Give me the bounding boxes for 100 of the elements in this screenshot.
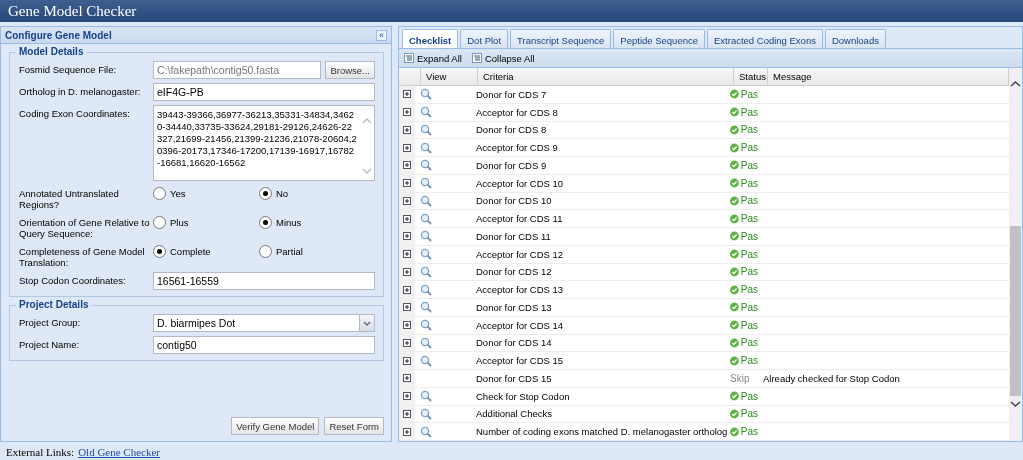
check-circle-icon xyxy=(730,337,739,348)
expand-all-button[interactable]: Expand All xyxy=(404,52,462,64)
status-text: Pas xyxy=(726,248,758,260)
tab[interactable]: Downloads xyxy=(824,29,886,48)
field-label: Annotated Untranslated Regions? xyxy=(19,187,120,210)
status-text: Pas xyxy=(726,195,758,207)
footer-label: External Links: xyxy=(6,446,75,458)
radio-label: No xyxy=(276,188,289,199)
field-label: Project Group: xyxy=(19,316,82,328)
expand-icon xyxy=(403,125,411,134)
expand-icon xyxy=(403,267,411,276)
check-circle-icon xyxy=(730,89,739,100)
status-text: Pas xyxy=(726,159,758,171)
status-text: Pas xyxy=(726,337,758,349)
check-circle-icon xyxy=(730,178,739,189)
form-button[interactable]: Verify Gene Model xyxy=(231,417,320,435)
select-field[interactable]: D. biarmipes Dot xyxy=(153,314,375,332)
list-icon xyxy=(471,53,482,63)
status-text: Pas xyxy=(726,177,758,189)
status-text: Pas xyxy=(726,106,758,118)
status-text: Skip xyxy=(729,372,751,384)
radio-button[interactable] xyxy=(153,187,166,200)
field-label: Completeness of Gene Model Translation: xyxy=(19,245,146,268)
expand-icon xyxy=(403,321,411,330)
expand-icon xyxy=(403,90,411,99)
expand-icon xyxy=(403,356,411,365)
status-text: Pas xyxy=(726,88,758,100)
caret-up-icon xyxy=(362,118,372,124)
fieldset-legend: Model Details xyxy=(16,46,87,57)
expand-icon xyxy=(403,143,411,152)
check-circle-icon xyxy=(730,124,739,135)
tab[interactable]: Extracted Coding Exons xyxy=(707,29,823,48)
criteria-text: Check for Stop Codon xyxy=(475,390,571,402)
tab[interactable]: Transcript Sequence xyxy=(510,29,612,48)
expand-icon xyxy=(403,338,411,347)
expand-icon xyxy=(403,303,411,312)
criteria-text: Donor for CDS 12 xyxy=(475,266,553,278)
column-header[interactable]: View xyxy=(421,68,478,85)
check-circle-icon xyxy=(730,426,739,437)
criteria-text: Donor for CDS 14 xyxy=(475,337,553,349)
status-text: Pas xyxy=(726,408,758,420)
status-text: Pas xyxy=(726,355,758,367)
text-field[interactable]: eIF4G-PB xyxy=(153,83,375,101)
status-text: Pas xyxy=(726,284,758,296)
radio-button[interactable] xyxy=(153,216,166,229)
criteria-text: Donor for CDS 11 xyxy=(475,230,552,242)
status-text: Pas xyxy=(726,230,758,242)
column-header[interactable]: Status xyxy=(734,68,768,85)
check-circle-icon xyxy=(730,302,739,313)
criteria-text: Acceptor for CDS 8 xyxy=(475,106,559,118)
field-label: Ortholog in D. melanogaster: xyxy=(19,85,142,97)
criteria-text: Acceptor for CDS 10 xyxy=(475,177,565,189)
text-field[interactable]: contig50 xyxy=(153,336,375,354)
tab[interactable]: Dot Plot xyxy=(460,29,509,48)
expand-icon xyxy=(403,374,411,383)
caret-down-icon xyxy=(362,168,372,174)
field-label: Fosmid Sequence File: xyxy=(19,63,118,75)
criteria-text: Donor for CDS 8 xyxy=(475,124,548,136)
column-header[interactable]: Criteria xyxy=(478,68,734,85)
fieldset-legend: Project Details xyxy=(16,299,92,310)
radio-label: Complete xyxy=(170,246,211,257)
check-circle-icon xyxy=(730,213,739,224)
tab[interactable]: Peptide Sequence xyxy=(613,29,705,48)
browse-button[interactable]: Browse... xyxy=(325,61,375,79)
check-circle-icon xyxy=(730,320,739,331)
collapse-button[interactable]: « xyxy=(376,29,387,41)
expand-icon xyxy=(403,108,411,117)
old-gene-checker-link[interactable]: Old Gene Checker xyxy=(78,446,160,458)
file-field[interactable]: C:\fakepath\contig50.fasta xyxy=(153,61,322,79)
status-text: Pas xyxy=(726,266,758,278)
panel-title: Configure Gene Model xyxy=(5,29,112,41)
expand-icon xyxy=(403,392,411,401)
radio-button[interactable] xyxy=(153,245,166,258)
radio-button[interactable] xyxy=(259,216,272,229)
status-text: Pas xyxy=(726,213,758,225)
list-icon xyxy=(404,53,414,63)
collapse-all-button[interactable]: Collapse All xyxy=(471,52,535,64)
field-label: Orientation of Gene Relative to Query Sequence: xyxy=(19,216,151,239)
text-field[interactable]: 16561-16559 xyxy=(153,272,375,290)
textarea-field[interactable]: 39443-39366,36977-36213,35331-34834,34620-34440,33735-33624,29181-29126,24626-22327,21699-21456,21399-21236,21078-20604,20396-20173,17346-17200,17139-16917,16782-16681,16620-16562 xyxy=(153,105,375,181)
check-circle-icon xyxy=(730,266,739,277)
status-text: Pas xyxy=(726,124,758,136)
textarea-text: 39443-39366,36977-36213,35331-34834,34620-34440,33735-33624,29181-29126,24626-22327,21699-21456,21399-21236,21078-20604,20396-20173,17346-17200,17139-16917,16782-16681,16620-16562 xyxy=(156,108,358,170)
form-button[interactable]: Reset Form xyxy=(324,417,384,435)
criteria-text: Donor for CDS 7 xyxy=(475,88,548,100)
status-text: Pas xyxy=(726,390,758,402)
expand-icon xyxy=(403,196,411,205)
criteria-text: Donor for CDS 13 xyxy=(475,301,553,313)
check-circle-icon xyxy=(730,107,739,118)
radio-button[interactable] xyxy=(259,187,272,200)
criteria-text: Acceptor for CDS 12 xyxy=(475,248,565,260)
radio-button[interactable] xyxy=(259,245,272,258)
tab[interactable]: Checklist xyxy=(402,29,459,48)
check-circle-icon xyxy=(730,160,739,171)
status-text: Pas xyxy=(726,142,758,154)
field-label: Coding Exon Coordinates: xyxy=(19,107,131,119)
criteria-text: Acceptor for CDS 13 xyxy=(475,284,565,296)
criteria-text: Donor for CDS 10 xyxy=(475,195,553,207)
check-circle-icon xyxy=(730,195,739,206)
criteria-text: Donor for CDS 9 xyxy=(475,159,548,171)
